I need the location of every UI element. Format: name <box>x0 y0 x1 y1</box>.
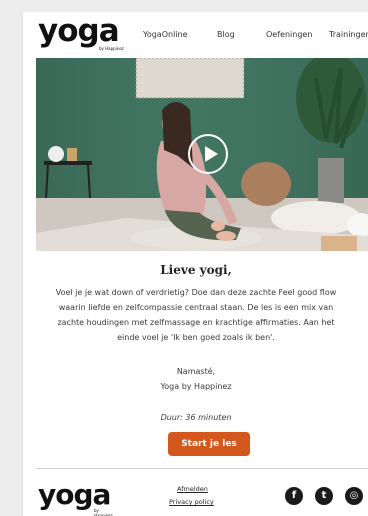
body-line-1: Voel je je wat down of verdrietig? Doe d… <box>55 288 337 297</box>
footer-divider <box>36 468 368 469</box>
logo-text: yoga <box>38 13 120 49</box>
unsubscribe-link[interactable]: Afmelden <box>177 485 208 493</box>
body-line-3: zachte houdingen met zelfmassage en krac… <box>57 318 335 327</box>
signature: Yoga by Happinez <box>160 382 232 391</box>
nav-oefeningen[interactable]: Oefeningen <box>266 30 312 39</box>
body-line-2: waarin liefde en zelfcompassie centraal … <box>58 303 334 312</box>
twitter-icon[interactable]: t <box>315 487 333 505</box>
facebook-icon[interactable]: f <box>285 487 303 505</box>
nav-trainingen[interactable]: Trainingen <box>329 30 368 39</box>
body-line-4: einde voel je 'Ik ben goed zoals ik ben'… <box>117 333 275 342</box>
nav-blog[interactable]: Blog <box>217 30 235 39</box>
footer-logo-text: yoga <box>38 478 111 511</box>
hero-video[interactable] <box>36 58 368 251</box>
email-header: yoga by Happinez YogaOnline Blog Oefenin… <box>23 12 368 56</box>
instagram-icon[interactable]: ◎ <box>345 487 363 505</box>
email-card: yoga by Happinez YogaOnline Blog Oefenin… <box>22 12 368 516</box>
logo-tagline: by Happinez <box>99 46 124 51</box>
play-icon[interactable] <box>188 134 228 174</box>
nav-yogaonline[interactable]: YogaOnline <box>143 30 188 39</box>
duration-text: Duur: 36 minuten <box>160 413 232 422</box>
sign-off: Namasté, <box>176 367 216 376</box>
start-lesson-button[interactable]: Start je les <box>168 432 250 456</box>
footer-logo-tagline: by Happinez <box>94 508 113 516</box>
yoga-logo[interactable]: yoga by Happinez <box>38 13 124 51</box>
privacy-policy-link[interactable]: Privacy policy <box>169 498 214 506</box>
footer-yoga-logo[interactable]: yoga by Happinez <box>38 478 113 516</box>
greeting-heading: Lieve yogi, <box>160 263 232 277</box>
